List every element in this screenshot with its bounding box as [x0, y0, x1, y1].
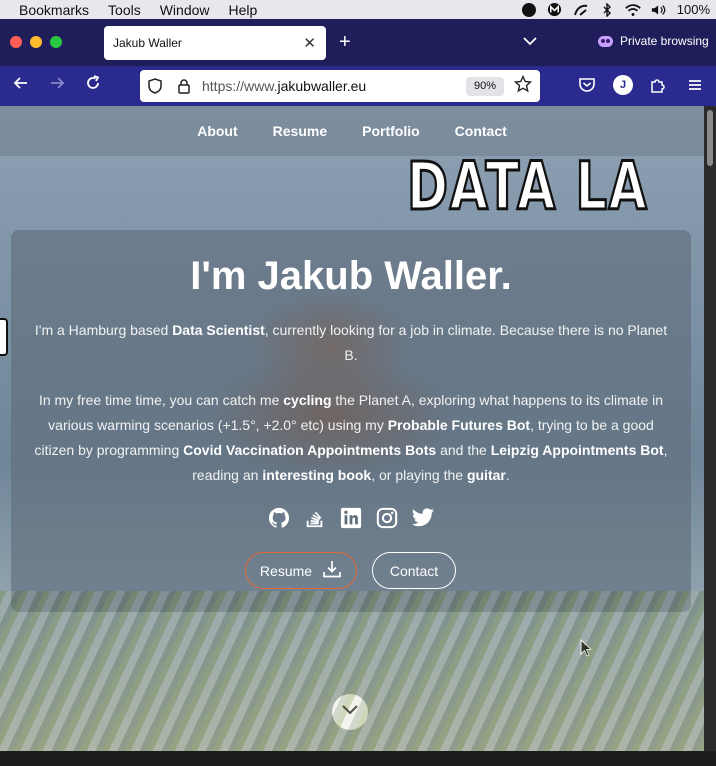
free-time-text: In my free time time, you can catch me	[38, 392, 284, 408]
volume-icon[interactable]	[651, 3, 667, 17]
mouse-cursor-icon	[580, 638, 593, 657]
zoom-level-badge[interactable]: 90%	[466, 77, 504, 96]
nav-resume[interactable]: Resume	[273, 123, 327, 139]
free-time-text: and the	[436, 442, 491, 458]
scroll-down-button[interactable]	[332, 694, 368, 730]
intro-card: I'm Jakub Waller. I'm a Hamburg based Da…	[11, 230, 691, 612]
tab-close-icon[interactable]: ✕	[303, 34, 316, 52]
free-time-text: .	[505, 467, 510, 483]
reload-icon[interactable]	[82, 74, 104, 97]
private-mask-icon	[598, 35, 613, 47]
url-prefix: https://www.	[202, 78, 278, 94]
free-time-paragraph: In my free time time, you can catch me c…	[31, 388, 671, 488]
link-cycling[interactable]: cycling	[283, 392, 331, 408]
intro-text: I'm a Hamburg based	[34, 322, 173, 338]
intro-paragraph: I'm a Hamburg based Data Scientist, curr…	[31, 318, 671, 368]
menu-bookmarks[interactable]: Bookmarks	[19, 2, 89, 18]
intro-role: Data Scientist	[172, 322, 265, 338]
link-probable-futures-bot[interactable]: Probable Futures Bot	[388, 417, 530, 433]
account-avatar[interactable]: J	[613, 75, 633, 95]
url-text[interactable]: https://www.jakubwaller.eu	[202, 78, 366, 94]
url-domain: jakubwaller.eu	[277, 78, 367, 94]
site-nav: About Resume Portfolio Contact	[0, 106, 704, 156]
menu-tools[interactable]: Tools	[108, 2, 141, 18]
tab-title: Jakub Waller	[113, 36, 182, 50]
linkedin-icon[interactable]	[339, 506, 363, 530]
contact-button-label: Contact	[389, 562, 439, 579]
tracking-shield-icon[interactable]	[148, 78, 162, 94]
back-arrow-icon[interactable]	[10, 74, 32, 97]
window-bottom-edge	[0, 751, 716, 766]
new-tab-button[interactable]: +	[339, 31, 351, 54]
resume-button[interactable]: Resume	[245, 552, 357, 589]
menu-hamburger-icon[interactable]	[686, 76, 704, 94]
tab-jakub-waller[interactable]: Jakub Waller ✕	[104, 26, 326, 60]
record-icon[interactable]	[521, 2, 537, 17]
page-scrollbar[interactable]	[704, 106, 716, 751]
scrollbar-thumb[interactable]	[707, 110, 713, 166]
stackoverflow-icon[interactable]	[303, 506, 327, 530]
link-interesting-book[interactable]: interesting book	[262, 467, 371, 483]
menu-help[interactable]: Help	[229, 2, 258, 18]
intro-text-end: , currently looking for a job in climate…	[264, 322, 668, 363]
resume-button-label: Resume	[259, 562, 313, 579]
pocket-icon[interactable]	[578, 76, 596, 94]
menu-window[interactable]: Window	[160, 2, 210, 18]
free-time-text: , or playing the	[371, 467, 467, 483]
side-tab-handle[interactable]	[0, 318, 8, 356]
browser-tab-bar: Jakub Waller ✕ + Private browsing	[0, 19, 716, 66]
macos-menubar: Bookmarks Tools Window Help 100%	[0, 0, 716, 19]
banner-text: DATA LA	[406, 156, 649, 214]
window-close-button[interactable]	[10, 36, 22, 48]
malwarebytes-icon[interactable]	[547, 2, 563, 17]
nav-about[interactable]: About	[197, 123, 237, 139]
window-minimize-button[interactable]	[30, 36, 42, 48]
link-guitar[interactable]: guitar	[467, 467, 506, 483]
browser-nav-bar: https://www.jakubwaller.eu 90% J	[0, 66, 716, 106]
bluetooth-icon[interactable]	[599, 2, 615, 17]
github-icon[interactable]	[267, 506, 291, 530]
chevron-down-icon	[341, 703, 359, 721]
download-icon	[322, 559, 342, 582]
tab-list-chevron-icon[interactable]	[523, 33, 537, 49]
twitter-icon[interactable]	[411, 506, 435, 530]
menubar-status-area: 100%	[521, 0, 710, 19]
lock-icon[interactable]	[177, 78, 191, 94]
signal-icon[interactable]	[573, 3, 589, 17]
link-covid-bots[interactable]: Covid Vaccination Appointments Bots	[183, 442, 436, 458]
nav-portfolio[interactable]: Portfolio	[362, 123, 420, 139]
link-leipzig-bot[interactable]: Leipzig Appointments Bot	[491, 442, 664, 458]
web-page: About Resume Portfolio Contact DATA LA I…	[0, 106, 704, 751]
private-browsing-indicator: Private browsing	[598, 34, 709, 48]
instagram-icon[interactable]	[375, 506, 399, 530]
forward-arrow-icon[interactable]	[46, 74, 68, 97]
window-zoom-button[interactable]	[50, 36, 62, 48]
hero-heading: I'm Jakub Waller.	[190, 254, 512, 298]
nav-contact[interactable]: Contact	[455, 123, 507, 139]
private-browsing-label: Private browsing	[620, 34, 709, 48]
url-bar[interactable]: https://www.jakubwaller.eu 90%	[140, 70, 540, 102]
social-links	[267, 506, 435, 536]
data-banner-sign: DATA LA	[405, 156, 704, 214]
contact-button[interactable]: Contact	[372, 552, 456, 589]
bookmark-star-icon[interactable]	[513, 74, 533, 98]
extensions-puzzle-icon[interactable]	[649, 76, 667, 94]
wifi-icon[interactable]	[624, 3, 641, 17]
battery-percent: 100%	[676, 2, 710, 17]
